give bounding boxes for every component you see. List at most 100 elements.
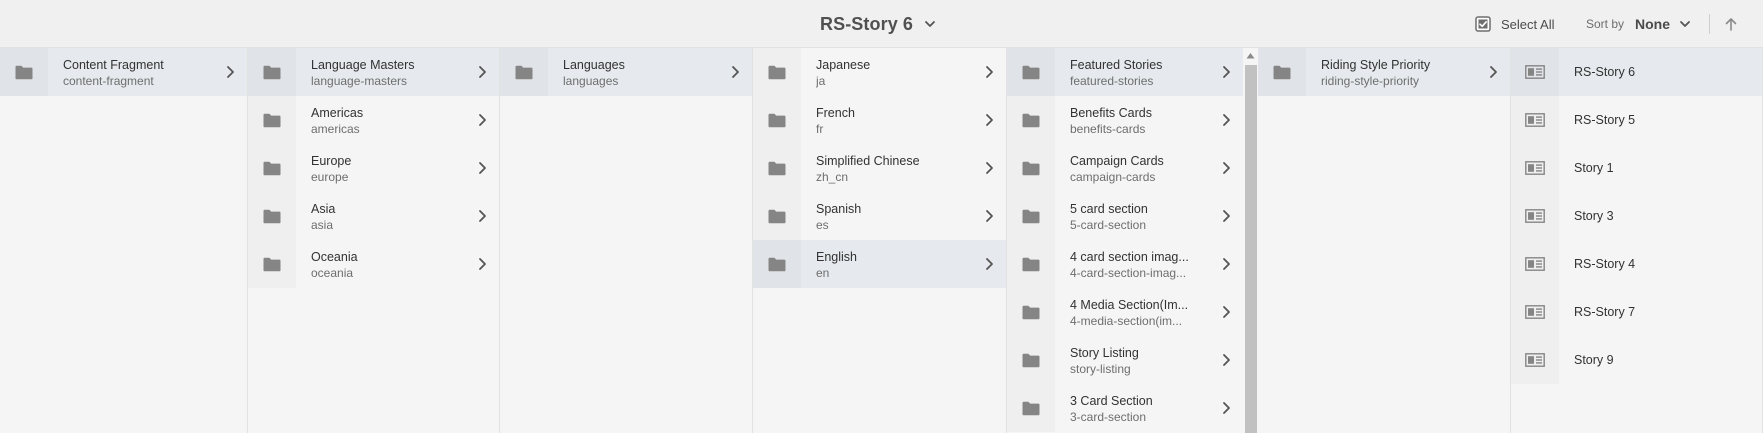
column-5: Featured Stories featured-stories Benefits… (1007, 48, 1243, 433)
item-subtitle: riding-style-priority (1321, 74, 1420, 88)
item-title: 3 Card Section (1070, 394, 1153, 408)
sort-dropdown[interactable]: None (1635, 16, 1692, 32)
item-text: Asia asia (311, 201, 459, 233)
chevron-right-icon (1223, 210, 1230, 222)
item-subtitle: fr (816, 122, 824, 136)
item-title: French (816, 106, 855, 120)
fragment-item[interactable]: RS-Story 6 (1511, 48, 1762, 96)
chevron-right-icon (732, 66, 739, 78)
sort-by-label: Sort by (1586, 17, 1625, 31)
folder-icon (263, 65, 281, 79)
chevron-right-icon (1223, 258, 1230, 270)
folder-item[interactable]: Americas americas (248, 96, 499, 144)
item-text: Languages languages (563, 57, 712, 89)
folder-item[interactable]: Oceania oceania (248, 240, 499, 288)
folder-item[interactable]: Content Fragment content-fragment (0, 48, 247, 96)
item-thumbnail (248, 240, 296, 288)
folder-item[interactable]: Language Masters language-masters (248, 48, 499, 96)
item-title: Featured Stories (1070, 58, 1163, 72)
item-subtitle: americas (311, 122, 360, 136)
folder-item[interactable]: Story Listing story-listing (1007, 336, 1243, 384)
item-thumbnail (1511, 336, 1559, 384)
folder-item[interactable]: 4 Media Section(Im... 4-media-section(im.… (1007, 288, 1243, 336)
item-text: Story 9 (1574, 352, 1722, 368)
folder-item[interactable]: Spanish es (753, 192, 1006, 240)
content-fragment-icon (1525, 305, 1545, 319)
folder-item[interactable]: Featured Stories featured-stories (1007, 48, 1243, 96)
chevron-right-icon (227, 66, 234, 78)
item-title: Oceania (311, 250, 358, 264)
folder-item[interactable]: Riding Style Priority riding-style-priori… (1258, 48, 1510, 96)
item-thumbnail (248, 96, 296, 144)
header-divider (1709, 14, 1710, 34)
chevron-right-icon (986, 210, 993, 222)
column-7: RS-Story 6 RS-Story 5 Story 1 Story 3 RS-Sto… (1511, 48, 1763, 433)
item-text: Riding Style Priority riding-style-priori… (1321, 57, 1470, 89)
fragment-item[interactable]: Story 9 (1511, 336, 1762, 384)
folder-icon (1022, 305, 1040, 319)
folder-icon (768, 257, 786, 271)
folder-icon (515, 65, 533, 79)
item-title: 4 card section imag... (1070, 250, 1189, 264)
content-fragment-icon (1525, 353, 1545, 367)
item-thumbnail (753, 144, 801, 192)
title-dropdown[interactable]: RS-Story 6 (820, 11, 937, 37)
item-text: Benefits Cards benefits-cards (1070, 105, 1203, 137)
content-fragment-icon (1525, 209, 1545, 223)
fragment-item[interactable]: Story 3 (1511, 192, 1762, 240)
folder-item[interactable]: Campaign Cards campaign-cards (1007, 144, 1243, 192)
fragment-item[interactable]: RS-Story 7 (1511, 288, 1762, 336)
folder-icon (768, 113, 786, 127)
scrollbar-thumb[interactable] (1245, 65, 1257, 433)
content-fragment-icon (1525, 161, 1545, 175)
item-title: 4 Media Section(Im... (1070, 298, 1189, 312)
item-text: 5 card section 5-card-section (1070, 201, 1203, 233)
folder-icon (1022, 161, 1040, 175)
item-text: RS-Story 7 (1574, 304, 1722, 320)
arrow-up-icon[interactable] (1722, 15, 1740, 33)
item-title: Simplified Chinese (816, 154, 920, 168)
item-subtitle: language-masters (311, 74, 408, 88)
item-text: Oceania oceania (311, 249, 459, 281)
item-text: English en (816, 249, 966, 281)
item-text: Americas americas (311, 105, 459, 137)
folder-item[interactable]: Japanese ja (753, 48, 1006, 96)
item-subtitle: 4-card-section-imag... (1070, 266, 1187, 280)
select-all-button[interactable]: Select All (1475, 14, 1554, 34)
header-bar: RS-Story 6 Select All Sort by None (0, 0, 1763, 48)
column-6: Riding Style Priority riding-style-priori… (1258, 48, 1511, 433)
chevron-right-icon (1223, 306, 1230, 318)
fragment-item[interactable]: RS-Story 4 (1511, 240, 1762, 288)
chevron-right-icon (1223, 114, 1230, 126)
content-fragment-icon (1525, 257, 1545, 271)
item-thumbnail (248, 144, 296, 192)
item-subtitle: es (816, 218, 829, 232)
scroll-up-icon[interactable] (1246, 52, 1255, 59)
folder-item[interactable]: 4 card section imag... 4-card-section-ima… (1007, 240, 1243, 288)
item-text: Simplified Chinese zh_cn (816, 153, 966, 185)
folder-item[interactable]: Europe europe (248, 144, 499, 192)
item-title: RS-Story 6 (1574, 65, 1636, 79)
folder-item[interactable]: Simplified Chinese zh_cn (753, 144, 1006, 192)
folder-item[interactable]: 5 card section 5-card-section (1007, 192, 1243, 240)
item-thumbnail (1007, 96, 1055, 144)
item-title: Story 3 (1574, 209, 1614, 223)
folder-item[interactable]: French fr (753, 96, 1006, 144)
item-thumbnail (1511, 48, 1559, 96)
item-text: Spanish es (816, 201, 966, 233)
sort-by-control: Sort by None (1586, 14, 1692, 34)
column-scrollbar[interactable] (1243, 48, 1258, 433)
item-thumbnail (248, 48, 296, 96)
item-thumbnail (1007, 288, 1055, 336)
folder-item[interactable]: English en (753, 240, 1006, 288)
fragment-item[interactable]: Story 1 (1511, 144, 1762, 192)
folder-item[interactable]: Benefits Cards benefits-cards (1007, 96, 1243, 144)
folder-icon (1022, 65, 1040, 79)
item-subtitle: ja (816, 74, 826, 88)
item-text: RS-Story 5 (1574, 112, 1722, 128)
folder-item[interactable]: Languages languages (500, 48, 752, 96)
folder-item[interactable]: Asia asia (248, 192, 499, 240)
folder-item[interactable]: 3 Card Section 3-card-section (1007, 384, 1243, 432)
fragment-item[interactable]: RS-Story 5 (1511, 96, 1762, 144)
content-fragment-icon (1525, 113, 1545, 127)
